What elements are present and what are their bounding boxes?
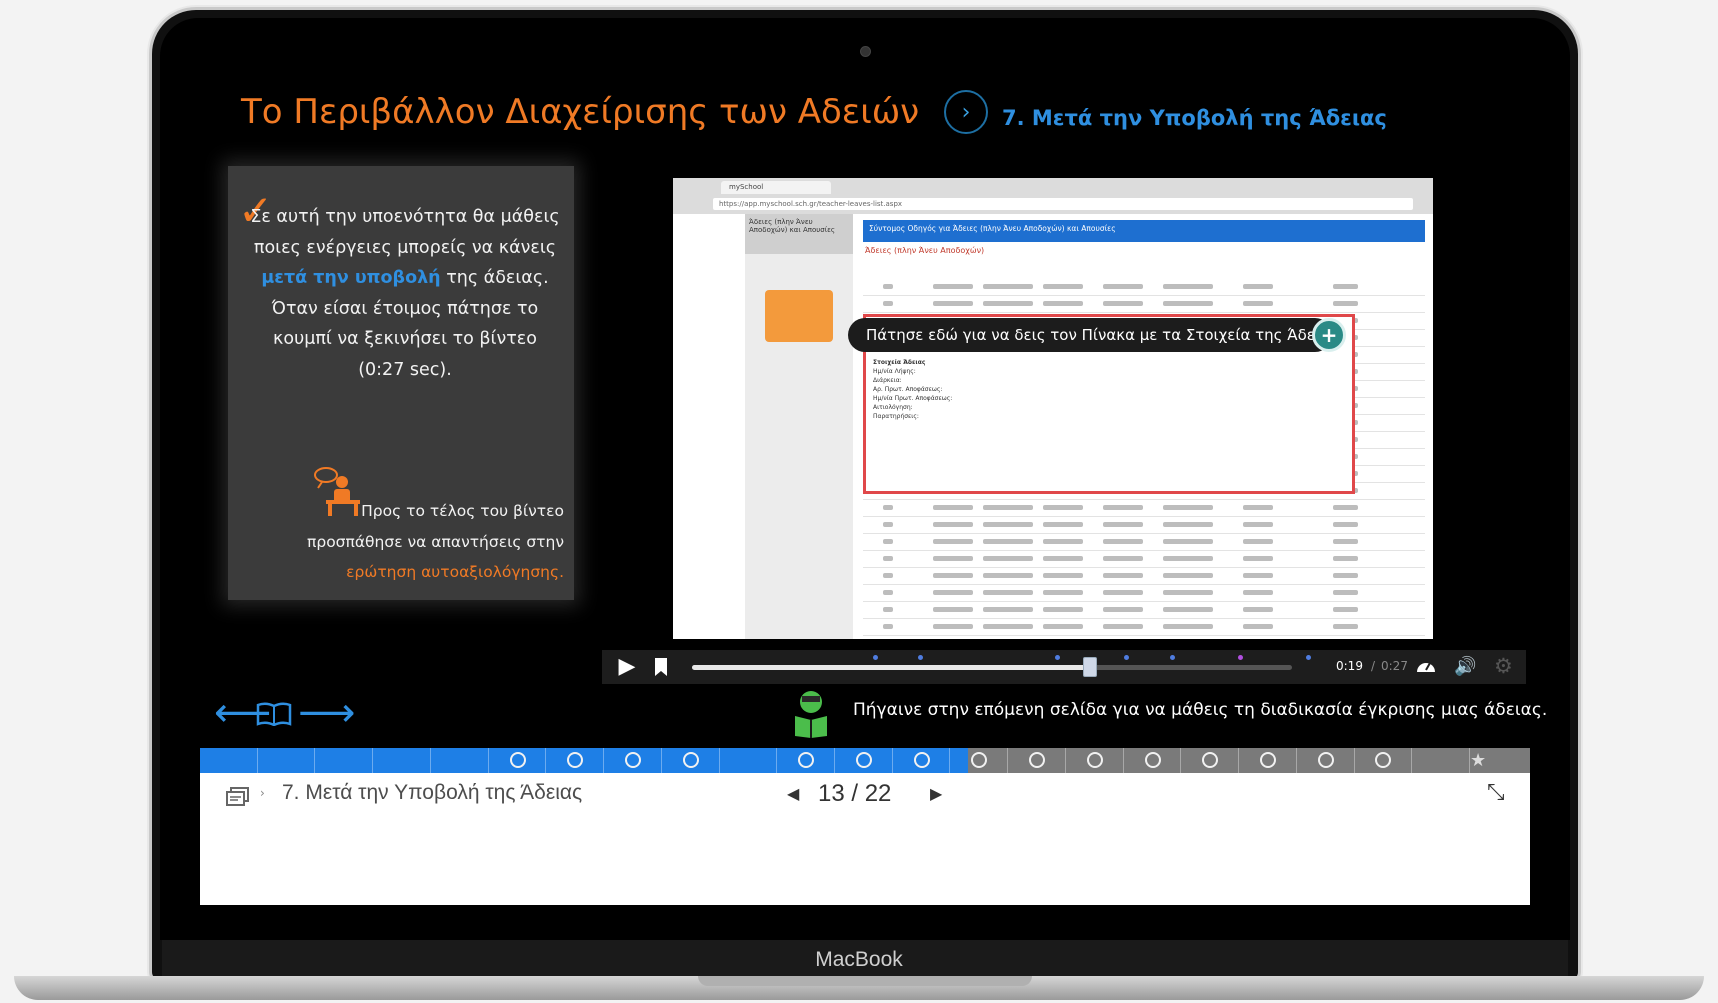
breadcrumb: 7. Μετά την Υποβολή της Άδειας <box>282 781 583 804</box>
chapter-marker[interactable] <box>1170 655 1175 660</box>
video-table-row <box>863 295 1425 313</box>
lesson-segment[interactable] <box>373 748 431 773</box>
leave-detail-line: Αιτιολόγηση: <box>873 404 913 411</box>
video-header-text: Σύντομος Οδηγός για Άδειες (πλην Άνευ Απ… <box>869 224 1116 233</box>
seek-handle[interactable] <box>1083 657 1098 677</box>
lesson-question-marker[interactable] <box>855 752 872 768</box>
lesson-segment[interactable] <box>431 748 489 773</box>
lesson-question-marker[interactable] <box>913 752 930 768</box>
book-icon[interactable] <box>256 702 292 726</box>
browser-url-bar: https://app.myschool.sch.gr/teacher-leav… <box>713 198 1413 210</box>
chapter-marker[interactable] <box>1306 655 1311 660</box>
chapter-marker[interactable] <box>873 655 878 660</box>
leave-detail-line: Διάρκεια: <box>873 377 902 384</box>
tip-text: Προς το τέλος του βίντεο προσπάθησε να α… <box>300 496 564 588</box>
video-tooltip: Πάτησε εδώ για να δεις τον Πίνακα με τα … <box>848 318 1343 352</box>
reading-student-icon <box>795 691 827 738</box>
video-table-row <box>863 584 1425 602</box>
slides-menu-icon[interactable] <box>226 787 250 807</box>
page-counter: 13 / 22 <box>818 780 892 807</box>
chapter-marker[interactable] <box>1055 655 1060 660</box>
time-duration: 0:27 <box>1381 659 1408 673</box>
breadcrumb-arrow-icon: › <box>260 786 265 800</box>
next-page-arrow[interactable]: ⟶ <box>298 690 355 736</box>
lesson-question-marker[interactable] <box>1259 752 1276 768</box>
lesson-segment[interactable] <box>200 748 258 773</box>
bookmark-icon[interactable] <box>654 658 668 676</box>
leave-detail-line: Παρατηρήσεις: <box>873 413 919 420</box>
video-frame[interactable]: mySchool https://app.myschool.sch.gr/tea… <box>673 178 1433 639</box>
lesson-question-marker[interactable] <box>624 752 641 768</box>
lesson-question-marker[interactable] <box>798 752 815 768</box>
browser-tab: mySchool <box>721 181 831 194</box>
lesson-segment[interactable] <box>1412 748 1470 773</box>
lesson-question-marker[interactable] <box>682 752 699 768</box>
lesson-segment[interactable] <box>315 748 374 773</box>
video-sidebar <box>745 214 853 639</box>
leave-detail-line: Ημ/νία Πρωτ. Αποφάσεως: <box>873 395 953 402</box>
exit-fullscreen-icon[interactable]: ⤡ <box>1487 780 1505 805</box>
page-next-button[interactable]: ▶ <box>930 784 942 803</box>
star-icon[interactable]: ★ <box>1470 750 1486 771</box>
plus-hotspot-button[interactable]: + <box>1312 318 1346 352</box>
seek-progress <box>692 665 1090 670</box>
settings-icon[interactable]: ⚙ <box>1494 654 1513 678</box>
video-table-row <box>863 499 1425 517</box>
page-title: Το Περιβάλλον Διαχείρισης των Αδειών <box>241 92 920 132</box>
lesson-question-marker[interactable] <box>1086 752 1103 768</box>
chapter-marker[interactable] <box>1238 655 1243 660</box>
video-table-row <box>863 567 1425 585</box>
self-assessment-link[interactable]: ερώτηση αυτοαξιολόγησης. <box>346 563 564 581</box>
camera-icon <box>860 46 871 57</box>
lesson-segment[interactable] <box>258 748 316 773</box>
video-table-row <box>863 516 1425 534</box>
page-prev-button[interactable]: ◀ <box>787 784 799 803</box>
video-table-row <box>863 278 1425 296</box>
intro-text: Σε αυτή την υποενότητα θα μάθεις ποιες ε… <box>250 202 560 385</box>
time-separator: / <box>1371 659 1376 673</box>
video-table-row <box>863 618 1425 636</box>
next-page-message: Πήγαινε στην επόμενη σελίδα για να μάθει… <box>853 700 1548 720</box>
video-sidebar-nav: Άδειες (πλην Άνευ Αποδοχών) και Απουσίες <box>745 214 853 254</box>
time-current: 0:19 <box>1336 659 1363 673</box>
device-brand-label: MacBook <box>815 948 903 971</box>
lesson-question-marker[interactable] <box>509 752 526 768</box>
leave-detail-line: Αρ. Πρωτ. Αποφάσεως: <box>873 386 943 393</box>
lesson-question-marker[interactable] <box>1144 752 1161 768</box>
tip-body: Προς το τέλος του βίντεο προσπάθησε να α… <box>307 502 564 551</box>
chapter-marker[interactable] <box>1124 655 1129 660</box>
chevron-right-icon: › <box>944 90 988 134</box>
volume-icon[interactable]: 🔊 <box>1454 656 1476 677</box>
lesson-segment[interactable] <box>720 748 778 773</box>
leave-detail-line: Στοιχεία Άδειας <box>873 359 926 366</box>
laptop-notch <box>698 976 1032 986</box>
intro-line-1: Σε αυτή την υποενότητα θα μάθεις ποιες ε… <box>250 207 560 258</box>
folder-search-icon <box>765 290 833 342</box>
leave-detail-line: Ημ/νία Λήψης: <box>873 368 916 375</box>
video-subheader: Άδειες (πλην Άνευ Αποδοχών) <box>865 246 985 255</box>
lesson-question-marker[interactable] <box>1317 752 1334 768</box>
speedometer-icon[interactable] <box>1415 656 1437 676</box>
video-table-row <box>863 601 1425 619</box>
leave-details-preview: Στοιχεία Άδειας Ημ/νία Λήψης: Διάρκεια: Αρ.… <box>873 358 1073 421</box>
section-title: 7. Μετά την Υποβολή της Άδειας <box>1002 106 1387 130</box>
video-table-row <box>863 533 1425 551</box>
lesson-question-marker[interactable] <box>1029 752 1046 768</box>
video-table-row <box>863 550 1425 568</box>
chapter-marker[interactable] <box>918 655 923 660</box>
intro-highlight: μετά την υποβολή <box>261 268 441 288</box>
play-button[interactable]: ▶ <box>614 654 640 679</box>
